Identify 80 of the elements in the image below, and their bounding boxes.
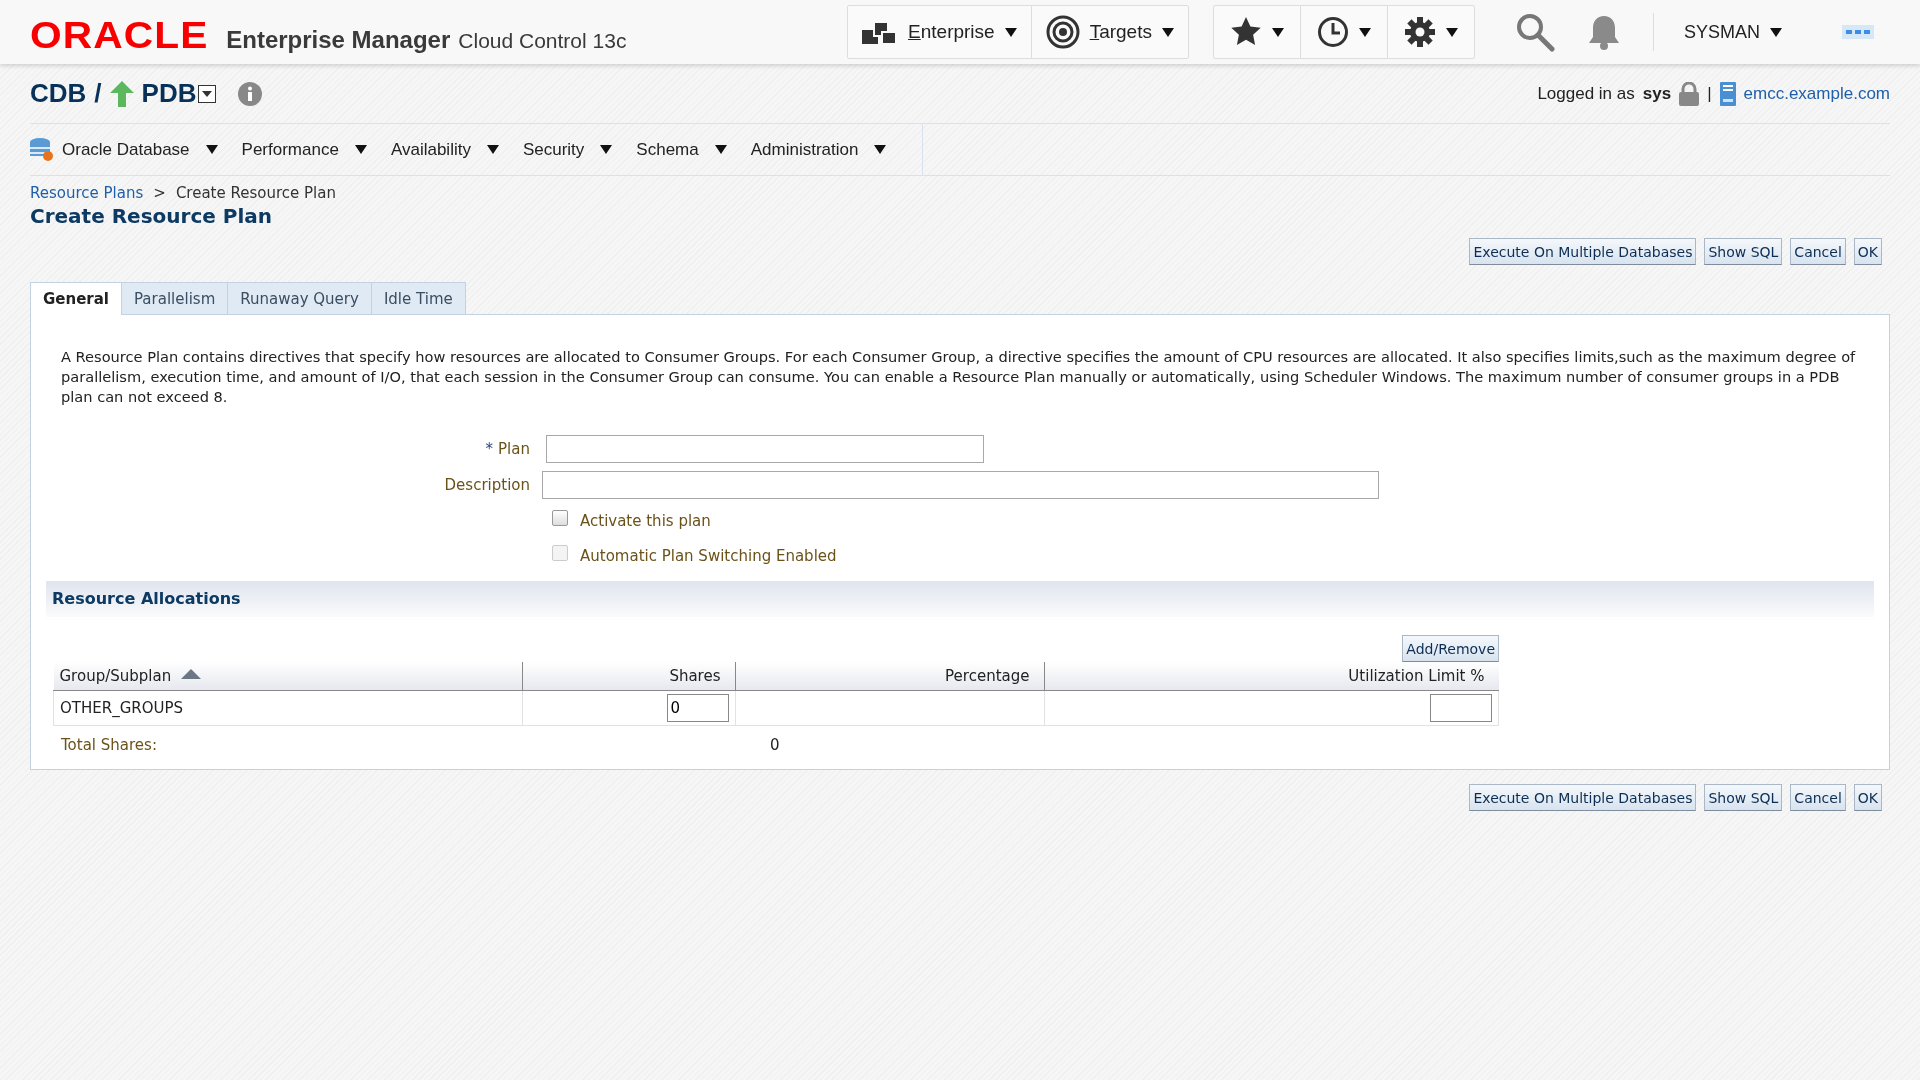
- caret-icon: [1770, 27, 1782, 37]
- field-label: Description: [444, 476, 530, 494]
- execute-button[interactable]: Execute On Multiple Databases: [1469, 784, 1697, 811]
- dropdown-icon[interactable]: [198, 84, 217, 103]
- lock-icon: [1679, 81, 1700, 106]
- product-name: Enterprise Manager: [226, 25, 451, 54]
- menu-item[interactable]: Schema: [636, 129, 751, 170]
- caret-icon: [1004, 27, 1017, 37]
- target-name: PDB: [141, 78, 197, 109]
- logged-in-user: sys: [1642, 83, 1672, 104]
- host-link[interactable]: emcc.example.com: [1743, 83, 1890, 104]
- caret-icon: [1161, 27, 1174, 37]
- star-icon: [1229, 16, 1262, 48]
- cancel-button[interactable]: Cancel: [1790, 238, 1846, 265]
- column-header[interactable]: Group/Subplan: [53, 662, 522, 691]
- cancel-button[interactable]: Cancel: [1790, 784, 1846, 811]
- menu-item[interactable]: Performance: [241, 129, 391, 170]
- tab[interactable]: General: [30, 282, 122, 315]
- caret-icon: [600, 145, 613, 154]
- execute-button[interactable]: Execute On Multiple Databases: [1469, 238, 1697, 265]
- oracle-logo: ORACLE: [30, 16, 209, 54]
- caret-icon: [1271, 27, 1284, 37]
- intro-text: A Resource Plan contains directives that specify how resources are allocated to Consumer Groups. For each Consumer Group, a directive specifies the amount of CPU resources are allocated. It also specifies limits,such as the maximum degree of parallelism, execution time, and amount of I/O, that each session in the Consumer Group can consume. You can enable a Resource Plan manually or automatically, using Scheduler Windows. The maximum number of consumer groups in a PDB plan can not exceed 8.: [61, 347, 1857, 407]
- targets-menu[interactable]: Targets: [1031, 6, 1188, 58]
- tab[interactable]: Idle Time: [370, 282, 466, 314]
- input-field[interactable]: [1430, 694, 1492, 722]
- caret-icon: [354, 145, 367, 154]
- menu-item[interactable]: Administration: [750, 129, 911, 170]
- input-field[interactable]: [542, 471, 1379, 499]
- settings-icon: [1403, 16, 1436, 48]
- bell-icon[interactable]: [1586, 14, 1621, 50]
- caret-icon: [205, 145, 218, 154]
- database-icon: [30, 137, 54, 162]
- path-separator: /: [94, 78, 102, 109]
- field-label: Plan: [498, 440, 530, 458]
- product-edition: Cloud Control 13c: [458, 28, 627, 53]
- caret-icon: [1358, 27, 1371, 37]
- menu-item[interactable]: Oracle Database: [30, 129, 242, 170]
- input-field[interactable]: 0: [666, 694, 729, 722]
- checkbox[interactable]: [552, 509, 568, 526]
- total-label: Total Shares:: [61, 736, 158, 754]
- breadcrumb-link[interactable]: Resource Plans: [30, 184, 144, 202]
- menu-item[interactable]: Security: [522, 129, 637, 170]
- show-sql-button[interactable]: Show SQL: [1704, 784, 1783, 811]
- target-icon: [1045, 15, 1080, 49]
- checkbox-label: Activate this plan: [580, 511, 711, 530]
- caret-icon: [1445, 27, 1458, 37]
- tab[interactable]: Parallelism: [121, 282, 229, 314]
- menu-icon[interactable]: [1842, 25, 1874, 39]
- total-value: 0: [770, 736, 780, 754]
- clock-icon: [1316, 16, 1349, 48]
- column-header[interactable]: Shares: [522, 662, 735, 691]
- caret-icon: [486, 145, 499, 154]
- ok-button[interactable]: OK: [1853, 238, 1882, 265]
- page-title: Create Resource Plan: [30, 204, 274, 228]
- column-header[interactable]: Percentage: [735, 662, 1044, 691]
- add-remove-button[interactable]: Add/Remove: [1402, 635, 1499, 662]
- menu-item[interactable]: Availability: [390, 129, 523, 170]
- show-sql-button[interactable]: Show SQL: [1704, 238, 1783, 265]
- server-icon: [1719, 81, 1736, 106]
- caret-icon: [874, 145, 887, 154]
- divider-text: |: [1707, 83, 1712, 104]
- required-mark: *: [485, 440, 494, 458]
- container-name: CDB: [30, 78, 87, 109]
- ok-button[interactable]: OK: [1853, 784, 1882, 811]
- breadcrumb-current: Create Resource Plan: [175, 184, 336, 202]
- table-cell: OTHER_GROUPS: [53, 690, 522, 726]
- section-header: Resource Allocations: [46, 581, 1874, 617]
- tab[interactable]: Runaway Query: [227, 282, 372, 314]
- enterprise-menu[interactable]: Enterprise: [848, 6, 1032, 58]
- caret-icon: [714, 145, 727, 154]
- up-arrow-icon: [109, 80, 134, 107]
- logged-in-label: Logged in as: [1537, 83, 1635, 104]
- user-menu[interactable]: SYSMAN: [1663, 21, 1798, 43]
- checkbox-label: Automatic Plan Switching Enabled: [580, 546, 837, 565]
- breadcrumb-separator: >: [153, 184, 166, 202]
- input-field[interactable]: [546, 435, 984, 463]
- info-icon[interactable]: [238, 81, 263, 106]
- column-header[interactable]: Utilization Limit %: [1044, 662, 1499, 691]
- search-icon[interactable]: [1514, 12, 1555, 52]
